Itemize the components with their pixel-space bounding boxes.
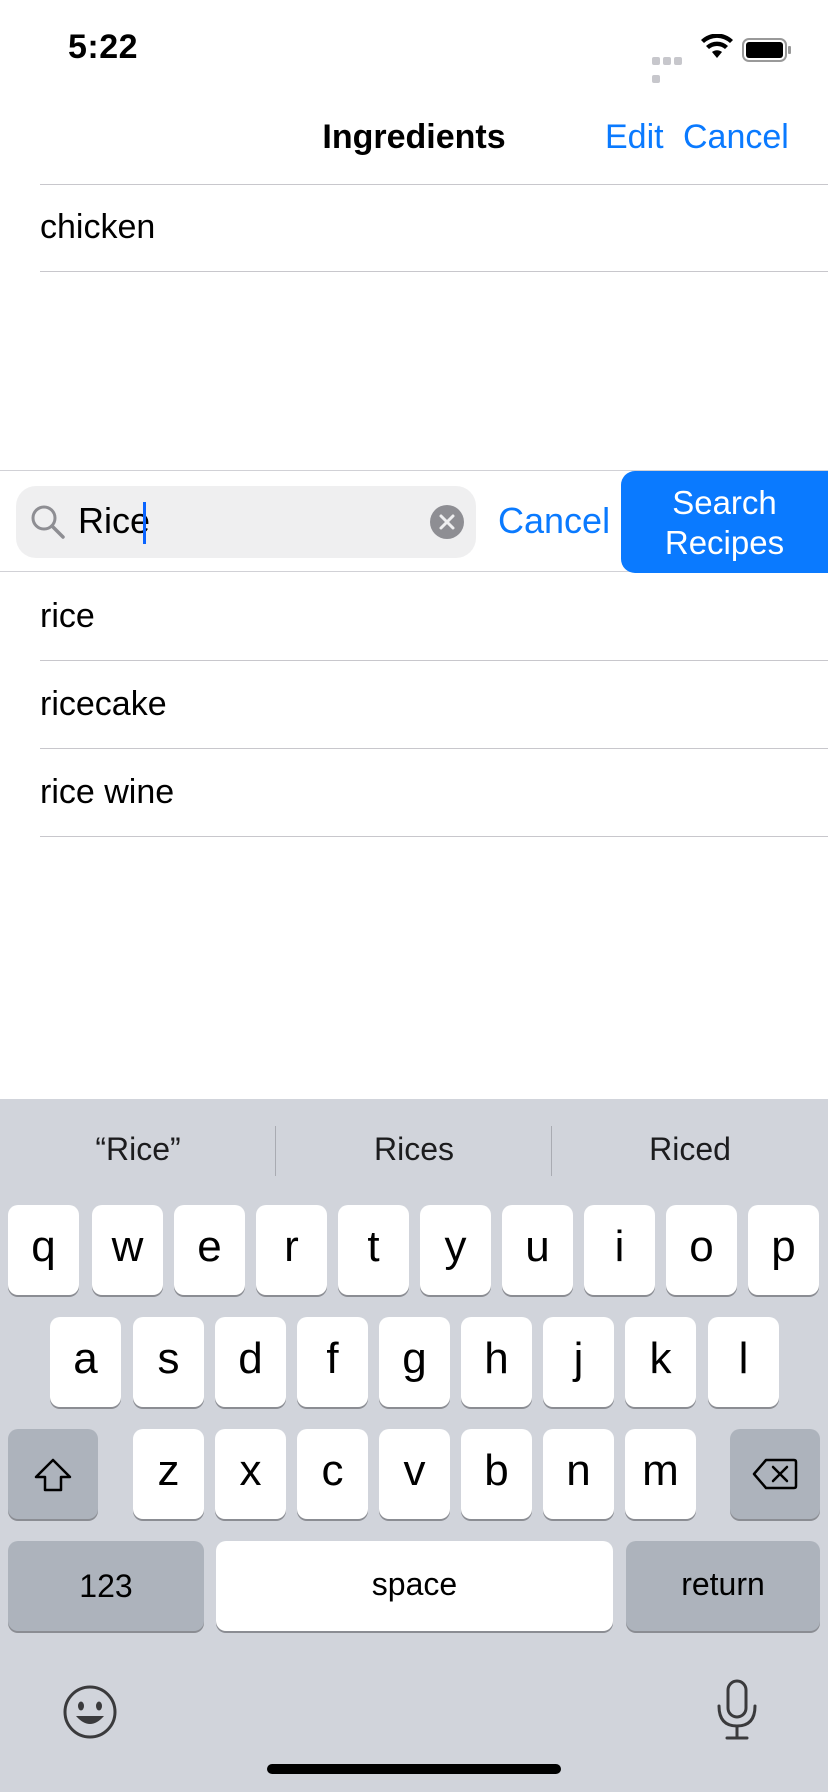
key-g[interactable]: g bbox=[379, 1317, 450, 1407]
key-i[interactable]: i bbox=[584, 1205, 655, 1295]
key-e[interactable]: e bbox=[174, 1205, 245, 1295]
suggestion-1[interactable]: “Rice” bbox=[0, 1131, 276, 1168]
nav-cancel-button[interactable]: Cancel bbox=[683, 118, 789, 157]
search-recipes-label-line1: Search bbox=[672, 484, 777, 521]
search-input-value[interactable]: Rice bbox=[78, 500, 150, 542]
key-l[interactable]: l bbox=[708, 1317, 779, 1407]
key-n[interactable]: n bbox=[543, 1429, 614, 1519]
shift-key[interactable] bbox=[8, 1429, 98, 1519]
key-y[interactable]: y bbox=[420, 1205, 491, 1295]
search-recipes-label-line2: Recipes bbox=[664, 524, 785, 561]
return-key[interactable]: return bbox=[626, 1541, 820, 1631]
key-q[interactable]: q bbox=[8, 1205, 79, 1295]
signal-icon bbox=[652, 52, 694, 83]
key-m[interactable]: m bbox=[625, 1429, 696, 1519]
search-cancel-button[interactable]: Cancel bbox=[498, 500, 610, 542]
key-t[interactable]: t bbox=[338, 1205, 409, 1295]
emoji-icon[interactable] bbox=[62, 1684, 118, 1745]
search-recipes-button[interactable]: Search Recipes bbox=[621, 471, 828, 573]
key-v[interactable]: v bbox=[379, 1429, 450, 1519]
key-o[interactable]: o bbox=[666, 1205, 737, 1295]
battery-icon bbox=[742, 38, 792, 62]
numbers-key[interactable]: 123 bbox=[8, 1541, 204, 1631]
key-c[interactable]: c bbox=[297, 1429, 368, 1519]
backspace-key[interactable] bbox=[730, 1429, 820, 1519]
key-r[interactable]: r bbox=[256, 1205, 327, 1295]
key-j[interactable]: j bbox=[543, 1317, 614, 1407]
divider bbox=[40, 184, 828, 185]
key-z[interactable]: z bbox=[133, 1429, 204, 1519]
result-item-ricecake[interactable]: ricecake bbox=[40, 685, 167, 724]
key-d[interactable]: d bbox=[215, 1317, 286, 1407]
key-s[interactable]: s bbox=[133, 1317, 204, 1407]
key-x[interactable]: x bbox=[215, 1429, 286, 1519]
result-item-rice[interactable]: rice bbox=[40, 597, 95, 636]
divider bbox=[40, 748, 828, 749]
key-f[interactable]: f bbox=[297, 1317, 368, 1407]
key-u[interactable]: u bbox=[502, 1205, 573, 1295]
result-item-rice-wine[interactable]: rice wine bbox=[40, 773, 174, 812]
wifi-icon bbox=[700, 33, 734, 65]
key-h[interactable]: h bbox=[461, 1317, 532, 1407]
key-b[interactable]: b bbox=[461, 1429, 532, 1519]
home-indicator[interactable] bbox=[267, 1764, 561, 1774]
microphone-icon[interactable] bbox=[714, 1678, 760, 1747]
text-caret bbox=[143, 502, 146, 544]
backspace-icon bbox=[752, 1458, 798, 1490]
ingredient-item[interactable]: chicken bbox=[40, 208, 155, 247]
key-w[interactable]: w bbox=[92, 1205, 163, 1295]
divider bbox=[40, 660, 828, 661]
clear-icon[interactable] bbox=[430, 505, 464, 539]
suggestion-3[interactable]: Riced bbox=[552, 1131, 828, 1168]
key-k[interactable]: k bbox=[625, 1317, 696, 1407]
divider bbox=[40, 836, 828, 837]
shift-icon bbox=[34, 1458, 72, 1492]
suggestion-2[interactable]: Rices bbox=[276, 1131, 552, 1168]
divider bbox=[40, 271, 828, 272]
key-p[interactable]: p bbox=[748, 1205, 819, 1295]
space-key[interactable]: space bbox=[216, 1541, 613, 1631]
search-icon bbox=[30, 504, 66, 545]
key-a[interactable]: a bbox=[50, 1317, 121, 1407]
status-time: 5:22 bbox=[68, 28, 139, 66]
edit-button[interactable]: Edit bbox=[605, 118, 664, 157]
